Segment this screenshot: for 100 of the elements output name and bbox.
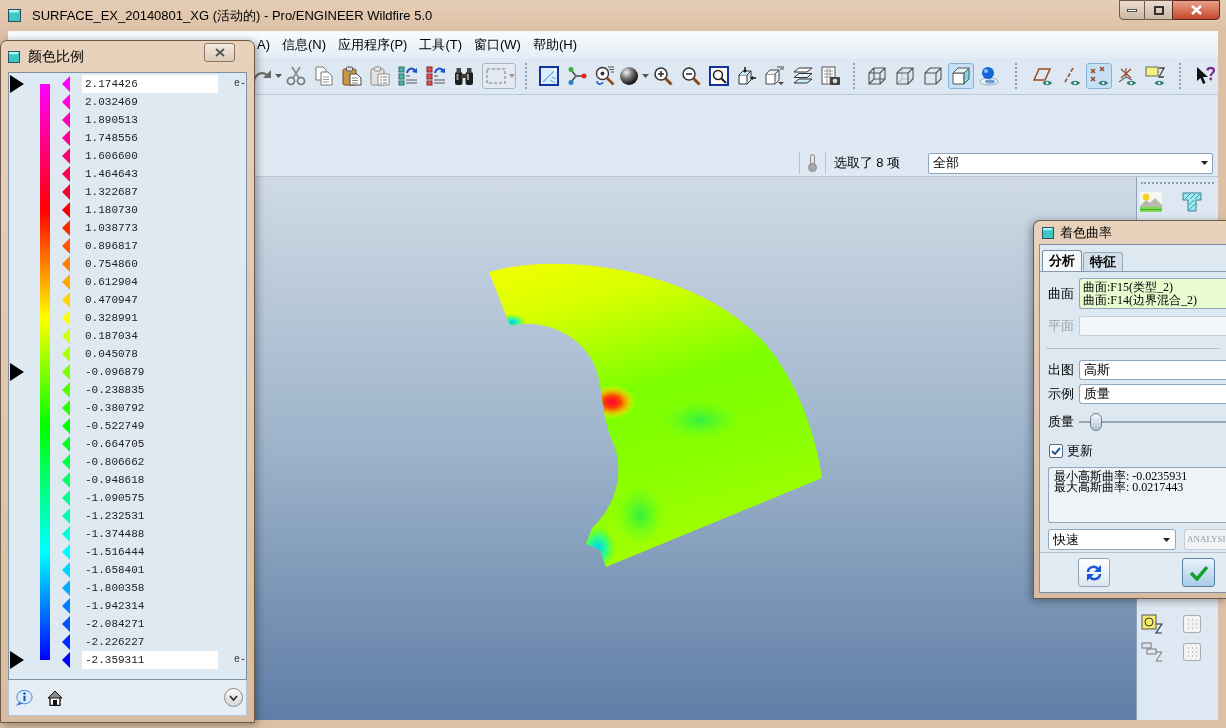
home-icon[interactable] xyxy=(47,689,63,706)
checkmark-icon xyxy=(1051,447,1061,455)
menu-item[interactable]: 应用程序(P) xyxy=(338,35,408,54)
hole-profile-icon[interactable] xyxy=(1182,192,1202,212)
scale-value: 0.187034 xyxy=(85,329,138,343)
sphere-on-plate-icon xyxy=(979,66,999,86)
scale-value: -1.658401 xyxy=(85,563,145,577)
menu-item[interactable]: 信息(N) xyxy=(282,35,327,54)
crosses-eye-icon xyxy=(1089,66,1109,86)
result-line: 最大高斯曲率: 0.0217443 xyxy=(1054,482,1185,493)
selection-filter-dropdown[interactable]: 全部 xyxy=(928,152,1213,174)
result-line: 最小高斯曲率: -0.0235931 xyxy=(1054,471,1189,482)
panel-title: 颜色比例 xyxy=(28,48,84,65)
update-label: 更新 xyxy=(1067,443,1093,459)
maximize-button[interactable] xyxy=(1145,0,1172,20)
slider-thumb[interactable] xyxy=(1089,413,1102,431)
dialog-title: 着色曲率 xyxy=(1060,224,1112,241)
axes-eye-icon xyxy=(1117,66,1137,86)
mode-dropdown[interactable]: 快速 xyxy=(1048,529,1176,550)
scale-value: 0.470947 xyxy=(85,293,138,307)
menu-item[interactable]: 窗口(W) xyxy=(474,35,521,54)
plane-label: 平面 xyxy=(1047,317,1075,336)
tab[interactable]: 分析 xyxy=(1042,250,1082,271)
confirm-button[interactable] xyxy=(1182,558,1215,587)
close-icon xyxy=(214,48,225,57)
scale-value: -0.096879 xyxy=(85,365,145,379)
close-button[interactable] xyxy=(204,43,235,62)
wireframe-cube-icon xyxy=(867,66,887,86)
scale-value: 1.748556 xyxy=(85,131,138,145)
app-icon xyxy=(1042,226,1054,239)
scale-value: 0.328991 xyxy=(85,311,138,325)
scale-value: 1.180730 xyxy=(85,203,138,217)
scale-value: -1.800358 xyxy=(85,581,145,595)
maximize-icon xyxy=(1153,5,1164,15)
scale-limit-field[interactable]: 2.174426 xyxy=(82,75,218,93)
scale-value: 1.606600 xyxy=(85,149,138,163)
cube-arrows-icon xyxy=(737,66,757,86)
connected-nodes-icon xyxy=(567,66,587,86)
app-icon xyxy=(8,9,21,22)
zoom-in-icon xyxy=(653,66,673,86)
paste-special-button[interactable] xyxy=(367,63,393,89)
scale-value: -0.806662 xyxy=(85,455,145,469)
scale-value: 1.038773 xyxy=(85,221,138,235)
menu-item[interactable]: 帮助(H) xyxy=(532,35,577,54)
surface-list-item[interactable]: 曲面:F15(类型_2) xyxy=(1083,280,1226,294)
window-title: SURFACE_EX_20140801_XG (活动的) - Pro/ENGINEER Wildfire 5.0 xyxy=(32,7,433,24)
thermometer-icon xyxy=(807,154,817,172)
refit-button[interactable] xyxy=(706,63,732,89)
menu-item[interactable]: 工具(T) xyxy=(419,35,462,54)
clipboard-icon xyxy=(342,66,362,86)
expand-button[interactable] xyxy=(224,688,243,707)
minimize-button[interactable] xyxy=(1119,0,1145,20)
cube-list-icon xyxy=(765,66,785,86)
surface-list[interactable]: 曲面:F15(类型_2) 曲面:F14(边界混合_2) xyxy=(1079,278,1226,309)
quality-slider[interactable] xyxy=(1079,412,1226,432)
scale-value: -0.522749 xyxy=(85,419,145,433)
shaded-button[interactable] xyxy=(948,63,974,89)
datum-display-icon[interactable] xyxy=(1141,614,1163,634)
surface-label: 曲面 xyxy=(1047,284,1075,303)
scale-value: 0.754860 xyxy=(85,257,138,271)
caret-icon xyxy=(1201,161,1208,165)
menu-item[interactable]: A) xyxy=(257,35,270,54)
tab[interactable]: 特征 xyxy=(1083,252,1123,271)
point-display-button[interactable] xyxy=(1086,63,1112,89)
sample-field[interactable]: 质量 xyxy=(1079,384,1226,404)
paste-button[interactable] xyxy=(339,63,365,89)
scale-value: 0.896817 xyxy=(85,239,138,253)
selection-status: 选取了 8 项 xyxy=(833,154,900,173)
binoculars-icon xyxy=(454,66,474,86)
caret-icon xyxy=(642,74,649,78)
shaded-cube-icon xyxy=(951,66,971,86)
caret-icon xyxy=(509,74,515,78)
update-checkbox[interactable] xyxy=(1049,444,1063,458)
scissors-icon xyxy=(286,66,306,86)
grid-camera-icon xyxy=(821,66,841,86)
scale-value: -1.942314 xyxy=(85,599,145,613)
repaint-button[interactable] xyxy=(536,63,562,89)
scale-value: -1.374488 xyxy=(85,527,145,541)
refresh-button[interactable] xyxy=(1078,558,1110,587)
scale-value: -2.226227 xyxy=(85,635,145,649)
output-field[interactable]: 高斯 xyxy=(1079,360,1226,380)
info-bubble-icon[interactable] xyxy=(15,688,33,707)
surface-list-item[interactable]: 曲面:F14(边界混合_2) xyxy=(1083,293,1226,307)
hidden-line-cube-icon xyxy=(895,66,915,86)
close-button[interactable] xyxy=(1172,0,1220,20)
dashed-rectangle-icon xyxy=(486,68,506,84)
list-arrows-icon xyxy=(426,66,446,86)
scale-value: -2.084271 xyxy=(85,617,145,631)
scale-limit-field[interactable]: -2.359311 xyxy=(82,651,218,669)
quality-label: 质量 xyxy=(1047,413,1075,432)
caret-icon xyxy=(1163,537,1170,542)
exponent-suffix: e- xyxy=(234,654,246,666)
dashed-line-eye-icon xyxy=(1061,66,1081,86)
copy-pages-icon xyxy=(314,66,334,86)
landscape-icon[interactable] xyxy=(1140,192,1162,212)
cursor-question-icon xyxy=(1195,66,1215,86)
checkmark-icon xyxy=(1188,564,1209,581)
app-icon xyxy=(8,51,20,63)
plane-field[interactable] xyxy=(1079,316,1226,336)
scale-value: 1.464643 xyxy=(85,167,138,181)
